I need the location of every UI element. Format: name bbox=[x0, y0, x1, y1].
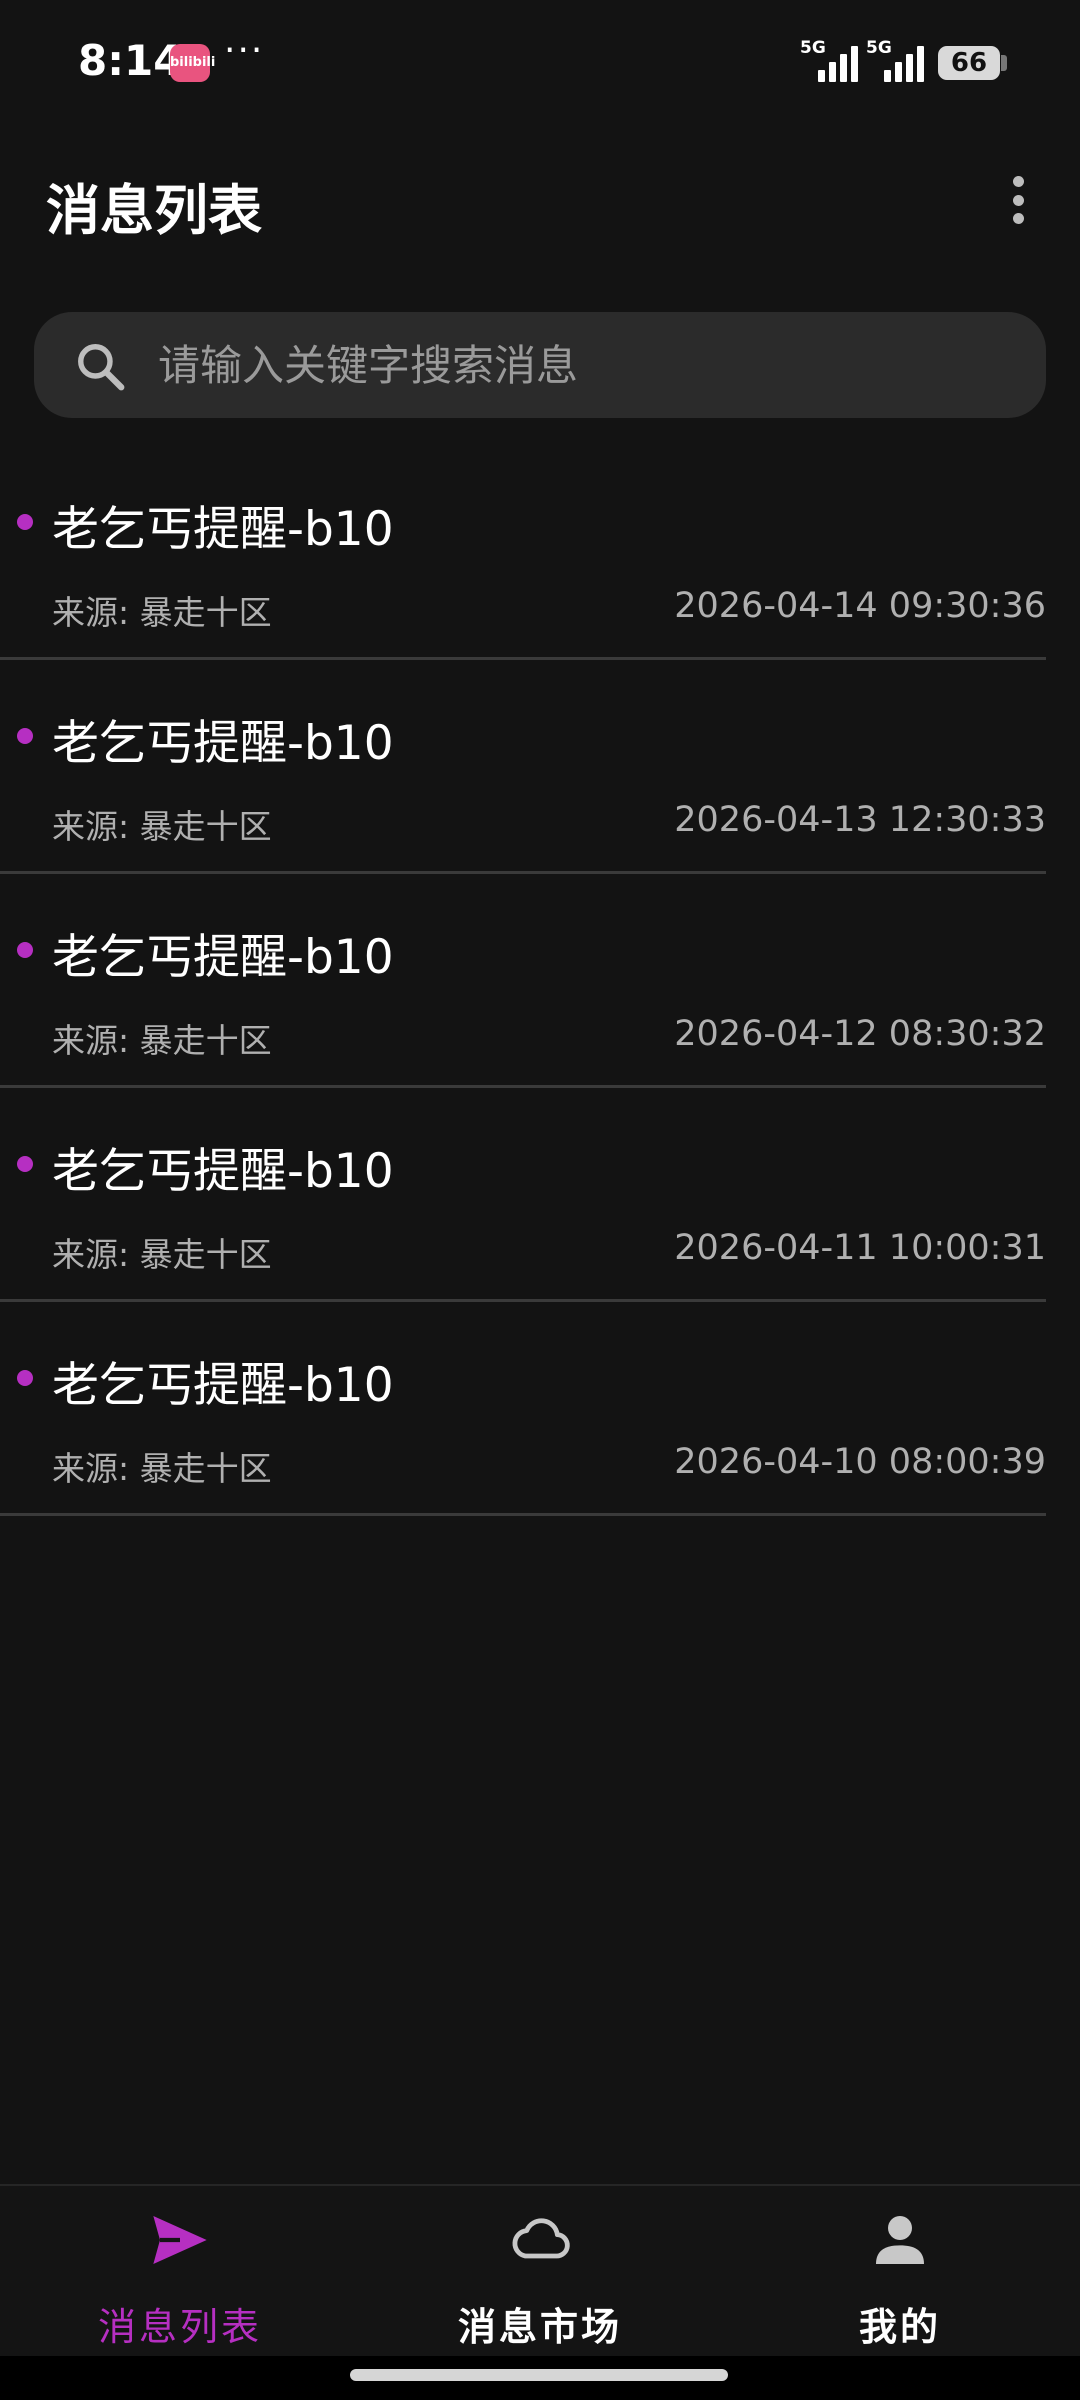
search-input[interactable] bbox=[158, 312, 1018, 418]
app-screen: 8:14 bilibili ··· 5G 5G 66 消息列表 老乞丐提醒-b1… bbox=[0, 0, 1080, 2400]
status-bar: 8:14 bilibili ··· 5G 5G 66 bbox=[0, 0, 1080, 124]
search-bar[interactable] bbox=[34, 312, 1046, 418]
unread-dot bbox=[17, 514, 33, 530]
bilibili-app-icon: bilibili bbox=[170, 44, 215, 82]
nav-label-profile: 我的 bbox=[858, 2305, 941, 2349]
gesture-handle[interactable] bbox=[350, 2369, 728, 2381]
more-vertical-icon[interactable] bbox=[1000, 172, 1036, 228]
nav-item-profile[interactable]: 我的 bbox=[750, 2186, 1050, 2358]
status-time: 8:14 bbox=[78, 36, 183, 85]
bottom-nav: 消息列表 消息市场 我的 bbox=[0, 2184, 1080, 2356]
message-item[interactable]: 老乞丐提醒-b10 来源: 暴走十区 2026-04-10 08:00:39 bbox=[0, 1302, 1080, 1516]
nav-label-messages: 消息列表 bbox=[97, 2305, 262, 2349]
signal-5g-icon-1: 5G bbox=[800, 38, 862, 82]
nav-item-market[interactable]: 消息市场 bbox=[390, 2186, 690, 2358]
message-source: 来源: 暴走十区 bbox=[52, 1235, 272, 1274]
message-list: 老乞丐提醒-b10 来源: 暴走十区 2026-04-14 09:30:36 老… bbox=[0, 446, 1080, 1516]
message-title: 老乞丐提醒-b10 bbox=[52, 502, 394, 557]
message-source: 来源: 暴走十区 bbox=[52, 807, 272, 846]
page-title: 消息列表 bbox=[46, 179, 262, 242]
message-source: 来源: 暴走十区 bbox=[52, 593, 272, 632]
unread-dot bbox=[17, 1156, 33, 1172]
message-time: 2026-04-14 09:30:36 bbox=[674, 586, 1046, 626]
send-icon bbox=[153, 2216, 207, 2264]
message-time: 2026-04-10 08:00:39 bbox=[674, 1442, 1046, 1482]
message-title: 老乞丐提醒-b10 bbox=[52, 716, 394, 771]
cloud-icon bbox=[512, 2218, 570, 2259]
message-time: 2026-04-11 10:00:31 bbox=[674, 1228, 1046, 1268]
message-title: 老乞丐提醒-b10 bbox=[52, 930, 394, 985]
message-item[interactable]: 老乞丐提醒-b10 来源: 暴走十区 2026-04-12 08:30:32 bbox=[0, 874, 1080, 1088]
battery-cap bbox=[1001, 55, 1007, 71]
message-source: 来源: 暴走十区 bbox=[52, 1021, 272, 1060]
status-more-icon: ··· bbox=[224, 30, 265, 71]
message-source: 来源: 暴走十区 bbox=[52, 1449, 272, 1488]
signal-5g-icon-2: 5G bbox=[866, 38, 928, 82]
message-item[interactable]: 老乞丐提醒-b10 来源: 暴走十区 2026-04-11 10:00:31 bbox=[0, 1088, 1080, 1302]
divider bbox=[0, 1513, 1046, 1516]
nav-item-messages[interactable]: 消息列表 bbox=[30, 2186, 330, 2358]
unread-dot bbox=[17, 728, 33, 744]
battery-icon: 66 bbox=[938, 46, 1000, 80]
message-time: 2026-04-12 08:30:32 bbox=[674, 1014, 1046, 1054]
message-item[interactable]: 老乞丐提醒-b10 来源: 暴走十区 2026-04-13 12:30:33 bbox=[0, 660, 1080, 874]
message-title: 老乞丐提醒-b10 bbox=[52, 1358, 394, 1413]
message-time: 2026-04-13 12:30:33 bbox=[674, 800, 1046, 840]
unread-dot bbox=[17, 942, 33, 958]
message-title: 老乞丐提醒-b10 bbox=[52, 1144, 394, 1199]
nav-label-market: 消息市场 bbox=[457, 2305, 622, 2349]
person-icon bbox=[876, 2216, 924, 2264]
message-item[interactable]: 老乞丐提醒-b10 来源: 暴走十区 2026-04-14 09:30:36 bbox=[0, 446, 1080, 660]
unread-dot bbox=[17, 1370, 33, 1386]
search-icon bbox=[78, 344, 125, 391]
